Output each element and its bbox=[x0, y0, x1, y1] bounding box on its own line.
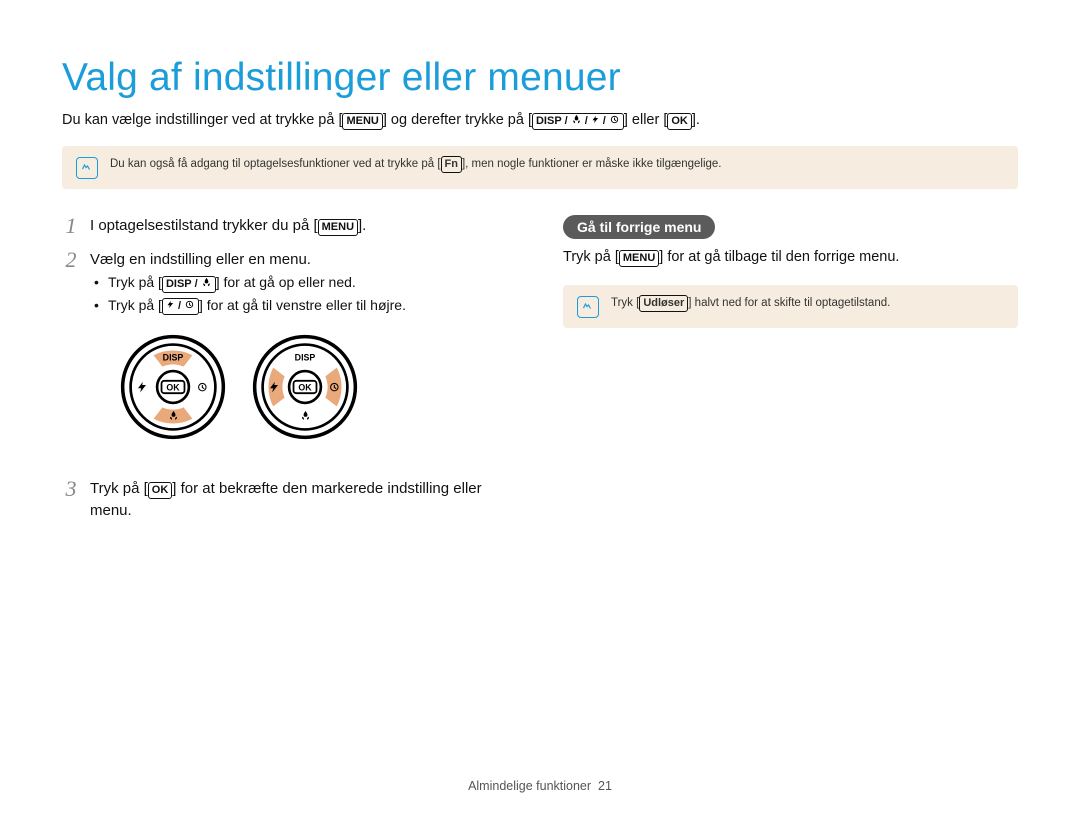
columns: 1 I optagelsestilstand trykker du på [ME… bbox=[62, 215, 1018, 535]
menu-key: MENU bbox=[342, 113, 382, 130]
macro-icon bbox=[571, 114, 582, 129]
section-pill: Gå til forrige menu bbox=[563, 215, 715, 239]
note-box-2: Tryk [Udløser] halvt ned for at skifte t… bbox=[563, 285, 1018, 328]
intro-text: Du kan vælge indstillinger ved at trykke… bbox=[62, 110, 1018, 132]
step-1: 1 I optagelsestilstand trykker du på [ME… bbox=[62, 215, 517, 238]
note-icon bbox=[577, 296, 599, 318]
step-2: 2 Vælg en indstilling eller en menu. Try… bbox=[62, 249, 517, 466]
dials: DISP OK bbox=[120, 334, 517, 440]
step-number: 3 bbox=[62, 478, 80, 500]
note-icon bbox=[76, 157, 98, 179]
ok-key: OK bbox=[148, 482, 173, 499]
left-column: 1 I optagelsestilstand trykker du på [ME… bbox=[62, 215, 517, 535]
dial-horizontal: DISP OK bbox=[252, 334, 358, 440]
ok-key: OK bbox=[667, 113, 692, 130]
manual-page: Valg af indstillinger eller menuer Du ka… bbox=[0, 0, 1080, 815]
note-box: Du kan også få adgang til optagelsesfunk… bbox=[62, 146, 1018, 189]
timer-icon bbox=[609, 114, 620, 129]
page-title: Valg af indstillinger eller menuer bbox=[62, 56, 1018, 100]
flash-icon bbox=[591, 114, 600, 129]
step-2-sub: Tryk på [DISP/] for at gå op eller ned. … bbox=[90, 272, 517, 316]
page-footer: Almindelige funktioner 21 bbox=[0, 779, 1080, 793]
footer-label: Almindelige funktioner bbox=[468, 779, 591, 793]
ok-label: OK bbox=[166, 382, 180, 392]
step-number: 1 bbox=[62, 215, 80, 237]
menu-key: MENU bbox=[619, 250, 659, 267]
disp-label: DISP bbox=[295, 352, 316, 362]
flash-icon bbox=[166, 299, 175, 314]
right-column: Gå til forrige menu Tryk på [MENU] for a… bbox=[563, 215, 1018, 535]
fn-key: Fn bbox=[441, 156, 462, 173]
ok-label: OK bbox=[298, 382, 312, 392]
step-3: 3 Tryk på [OK] for at bekræfte den marke… bbox=[62, 478, 517, 523]
nav-keys: DISP/// bbox=[532, 113, 624, 130]
note-text: Du kan også få adgang til optagelsesfunk… bbox=[110, 156, 722, 173]
macro-icon bbox=[201, 277, 212, 292]
footer-page: 21 bbox=[598, 779, 612, 793]
menu-key: MENU bbox=[318, 219, 358, 236]
timer-icon bbox=[184, 299, 195, 314]
dial-vertical: DISP OK bbox=[120, 334, 226, 440]
note-text-2: Tryk [Udløser] halvt ned for at skifte t… bbox=[611, 295, 890, 312]
right-para: Tryk på [MENU] for at gå tilbage til den… bbox=[563, 247, 1018, 269]
disp-macro-key: DISP/ bbox=[162, 276, 216, 293]
shutter-key: Udløser bbox=[639, 295, 688, 312]
flash-timer-key: / bbox=[162, 298, 199, 315]
step-number: 2 bbox=[62, 249, 80, 271]
disp-label: DISP bbox=[163, 352, 184, 362]
